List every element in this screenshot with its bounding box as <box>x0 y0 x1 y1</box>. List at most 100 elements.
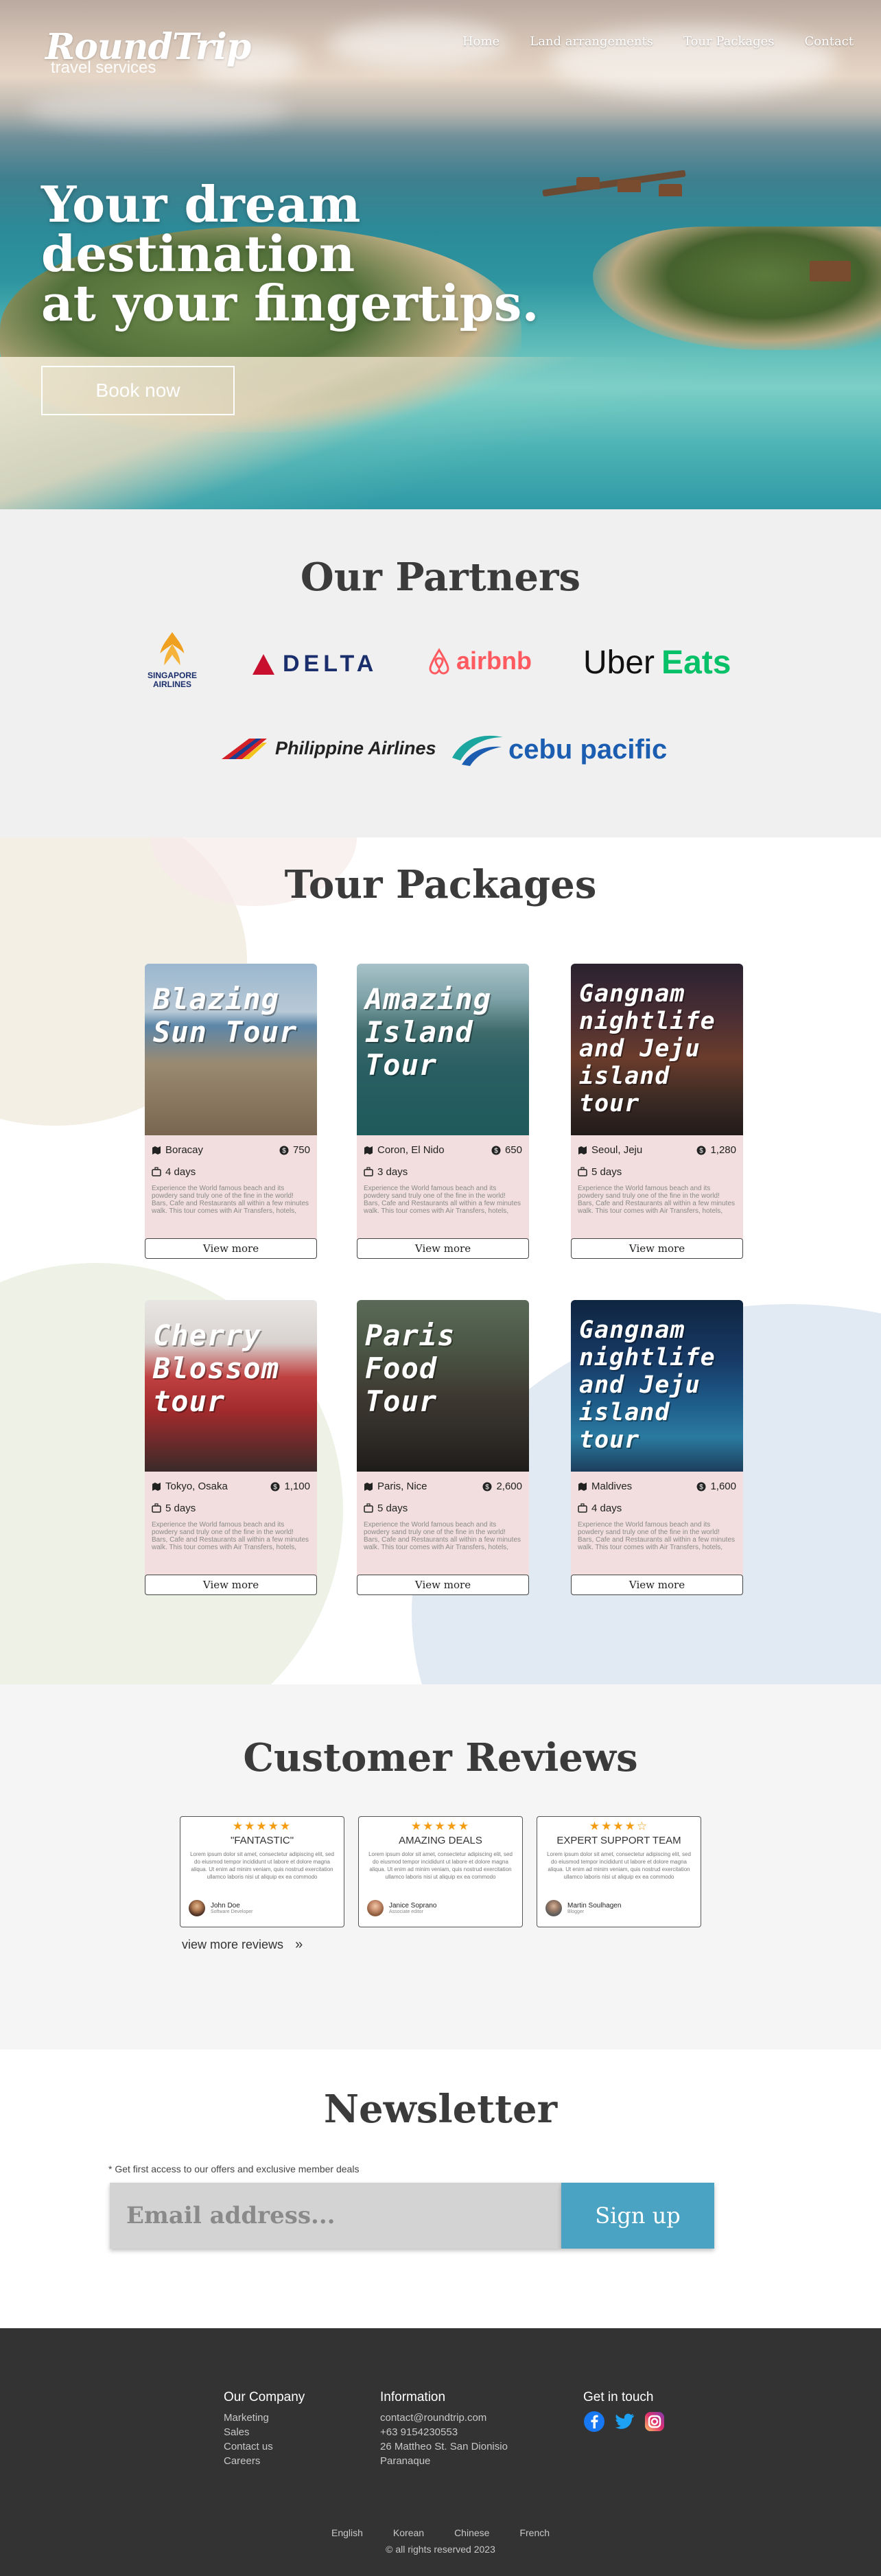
footer-get-in-touch-column: Get in touch <box>583 2390 666 2433</box>
footer-link-sales[interactable]: Sales <box>224 2425 305 2439</box>
footer: Our Company Marketing Sales Contact us C… <box>0 2328 881 2576</box>
dollar-icon: $ <box>696 1146 706 1155</box>
tour-card: Gangnam nightlife and Jeju island tour S… <box>571 964 743 1259</box>
avatar <box>189 1900 205 1916</box>
tour-card-body: Maldives $1,600 4 days Experience the Wo… <box>571 1472 743 1576</box>
dollar-icon: $ <box>696 1482 706 1492</box>
footer-link-contact-us[interactable]: Contact us <box>224 2439 305 2454</box>
language-french[interactable]: French <box>519 2527 550 2538</box>
sign-up-button[interactable]: Sign up <box>561 2183 714 2249</box>
tour-title: Paris Food Tour <box>365 1319 456 1418</box>
email-field[interactable]: Email address... <box>110 2183 561 2249</box>
tour-packages-title: Tour Packages <box>284 862 597 907</box>
tour-title: Gangnam nightlife and Jeju island tour <box>579 1316 716 1454</box>
tour-title: Cherry Blossom tour <box>153 1319 280 1418</box>
language-korean[interactable]: Korean <box>393 2527 424 2538</box>
view-more-button[interactable]: View more <box>357 1575 529 1595</box>
tour-description: Experience the World famous beach and it… <box>152 1521 309 1551</box>
tour-packages-section: Tour Packages Blazing Sun Tour Boracay $… <box>0 837 881 1684</box>
star-rating: ★★★★★ <box>410 1820 471 1833</box>
review-title: AMAZING DEALS <box>399 1835 482 1846</box>
review-card: ★★★★★ "FANTASTIC" Lorem ipsum dolor sit … <box>180 1816 344 1927</box>
footer-link-marketing[interactable]: Marketing <box>224 2411 305 2425</box>
cebu-pacific-swoosh-icon <box>452 735 503 766</box>
reviewer-name: Martin Soulhagen <box>567 1902 622 1910</box>
map-icon <box>364 1146 373 1154</box>
tour-location: Coron, El Nido <box>377 1144 445 1156</box>
footer-link-careers[interactable]: Careers <box>224 2454 305 2468</box>
nav-contact[interactable]: Contact <box>805 34 854 49</box>
tour-description: Experience the World famous beach and it… <box>364 1185 521 1215</box>
airbnb-belo-icon <box>429 648 449 675</box>
singapore-airlines-logo: SINGAPORE AIRLINES <box>134 630 210 689</box>
philippine-airlines-flag-icon <box>222 739 267 759</box>
reviewer-name: John Doe <box>211 1902 240 1910</box>
avatar <box>367 1900 384 1916</box>
brand-logo[interactable]: RoundTrip travel services <box>45 26 251 78</box>
tour-price: 1,600 <box>710 1480 736 1492</box>
reviews-title: Customer Reviews <box>243 1735 638 1780</box>
copyright: © all rights reserved 2023 <box>386 2544 495 2555</box>
nav-land-arrangements[interactable]: Land arrangements <box>530 34 653 49</box>
tour-days: 4 days <box>591 1502 622 1514</box>
nav-tour-packages[interactable]: Tour Packages <box>683 34 775 49</box>
language-chinese[interactable]: Chinese <box>454 2527 489 2538</box>
language-selector: English Korean Chinese French <box>0 2527 881 2538</box>
tour-card-body: Coron, El Nido $650 3 days Experience th… <box>357 1135 529 1240</box>
tour-location: Boracay <box>165 1144 204 1156</box>
customer-reviews-section: Customer Reviews ★★★★★ "FANTASTIC" Lorem… <box>0 1684 881 2050</box>
view-more-reviews-link[interactable]: view more reviews » <box>182 1937 303 1953</box>
view-more-button[interactable]: View more <box>357 1238 529 1259</box>
luggage-icon <box>364 1167 373 1176</box>
uber-text: Uber <box>583 645 655 681</box>
view-more-button[interactable]: View more <box>145 1238 317 1259</box>
partners-title: Our Partners <box>300 555 581 600</box>
tour-title: Amazing Island Tour <box>365 982 492 1082</box>
svg-text:$: $ <box>700 1147 704 1154</box>
tour-description: Experience the World famous beach and it… <box>364 1521 521 1551</box>
tour-card-body: Boracay $750 4 days Experience the World… <box>145 1135 317 1240</box>
map-icon <box>364 1482 373 1491</box>
facebook-icon[interactable] <box>583 2411 605 2433</box>
footer-information-column: Information contact@roundtrip.com +63 91… <box>380 2390 508 2468</box>
review-title: "FANTASTIC" <box>230 1835 294 1846</box>
hut-image <box>576 177 600 189</box>
footer-company-column: Our Company Marketing Sales Contact us C… <box>224 2390 305 2468</box>
language-english[interactable]: English <box>331 2527 363 2538</box>
review-body: Lorem ipsum dolor sit amet, consectetur … <box>368 1851 513 1880</box>
svg-text:$: $ <box>700 1483 704 1491</box>
tour-card: Blazing Sun Tour Boracay $750 4 days Exp… <box>145 964 317 1259</box>
book-now-button[interactable]: Book now <box>41 366 235 415</box>
singapore-bird-icon <box>160 631 185 666</box>
reviewer-role: Software Developer <box>211 1910 253 1914</box>
twitter-icon[interactable] <box>613 2411 635 2433</box>
view-more-button[interactable]: View more <box>571 1575 743 1595</box>
hero-title-line: at your fingertips. <box>41 274 539 332</box>
star-rating: ★★★★☆ <box>589 1820 649 1833</box>
footer-information-title: Information <box>380 2390 446 2404</box>
view-more-button[interactable]: View more <box>571 1238 743 1259</box>
brand-tagline: travel services <box>51 58 156 77</box>
tour-image: Blazing Sun Tour <box>145 964 317 1135</box>
newsletter-title: Newsletter <box>323 2087 558 2132</box>
tour-price: 650 <box>504 1144 522 1156</box>
tour-days: 5 days <box>165 1502 196 1514</box>
hero-section: RoundTrip travel services Home Land arra… <box>0 0 881 509</box>
hero-title-line: destination <box>41 224 355 283</box>
review-body: Lorem ipsum dolor sit amet, consectetur … <box>190 1851 334 1880</box>
view-more-button[interactable]: View more <box>145 1575 317 1595</box>
partners-section: Our Partners SINGAPORE AIRLINES DELTA ai… <box>0 509 881 837</box>
tour-card: Paris Food Tour Paris, Nice $2,600 5 day… <box>357 1300 529 1595</box>
tour-price: 1,100 <box>284 1480 310 1492</box>
dollar-icon: $ <box>491 1146 501 1155</box>
map-icon <box>578 1482 587 1491</box>
singapore-airlines-text: SINGAPORE AIRLINES <box>147 671 197 689</box>
nav-home[interactable]: Home <box>462 34 500 49</box>
footer-email[interactable]: contact@roundtrip.com <box>380 2411 508 2425</box>
luggage-icon <box>152 1503 161 1513</box>
dollar-icon: $ <box>270 1482 280 1492</box>
hero-title: Your dream destination at your fingertip… <box>41 180 539 328</box>
instagram-icon[interactable] <box>644 2411 666 2433</box>
tour-location: Maldives <box>591 1480 633 1492</box>
tour-card-body: Tokyo, Osaka $1,100 5 days Experience th… <box>145 1472 317 1576</box>
